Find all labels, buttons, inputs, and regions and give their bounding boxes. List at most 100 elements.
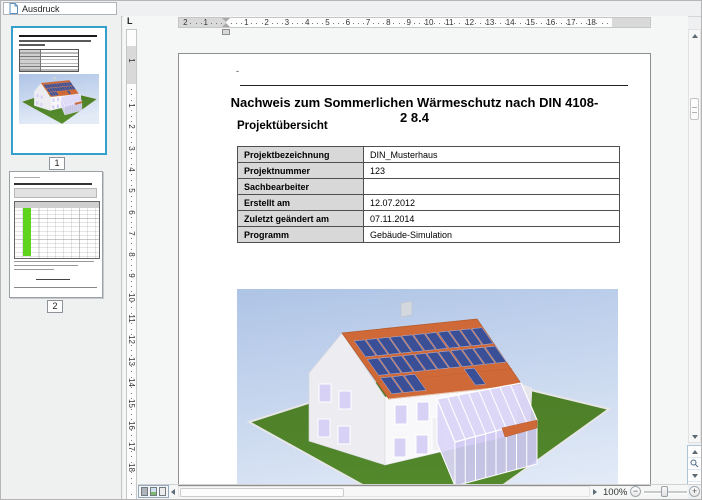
hanging-indent-marker[interactable] [222,23,230,27]
ruler-tick [131,435,132,436]
header-placeholder: - [236,66,239,76]
previous-page-button[interactable] [688,446,701,458]
ruler-number: 13 [127,357,136,366]
next-page-button[interactable] [688,470,701,482]
ruler-tick [131,345,132,346]
ruler-tick [256,23,257,24]
ruler-tick [581,23,582,24]
project-table-row: Erstellt am12.07.2012 [238,195,620,211]
ruler-number: 1 [203,18,207,27]
mini-header-rule [19,35,97,37]
ruler-tick [131,153,132,154]
left-indent-marker[interactable] [222,29,230,35]
vertical-scrollbar[interactable] [688,29,701,443]
ruler-tick [520,23,521,24]
ruler-tick [373,23,374,24]
ruler-number: 12 [465,18,474,27]
ruler-tick [236,23,237,24]
preview-area: L 21123456789101112131415161718 11234567… [123,16,688,500]
ruler-number: 8 [127,250,136,259]
ruler-tick [131,350,132,351]
scroll-left-button[interactable] [169,486,177,497]
tab-stop-selector[interactable]: L [127,16,133,26]
view-mode-print-layout-icon[interactable] [141,487,148,496]
page-number-badge-2: 2 [47,300,63,313]
ruler-tick [196,23,197,24]
zoom-in-button[interactable]: + [689,486,700,497]
magnifier-icon [690,459,699,468]
tab-ausdruck[interactable]: Ausdruck [3,2,117,15]
horizontal-ruler[interactable]: 21123456789101112131415161718 [178,17,651,28]
mini-signature-line [36,279,70,280]
ruler-number: 13 [485,18,494,27]
document-page: - Nachweis zum Sommerlichen Wärmeschutz … [178,53,651,486]
table-value-cell: 123 [364,163,620,179]
ruler-tick [546,23,547,24]
horizontal-scrollbar[interactable] [178,486,590,497]
ruler-tick [607,23,608,24]
scroll-down-button[interactable] [689,431,700,442]
ruler-tick [363,23,364,24]
horizontal-scrollbar-thumb[interactable] [180,488,344,497]
ruler-tick [131,89,132,90]
ruler-tick [131,196,132,197]
table-label-cell: Zuletzt geändert am [238,211,364,227]
page-thumbnail-1[interactable] [11,26,107,155]
zoom-out-button[interactable]: − [630,486,641,497]
ruler-number: 15 [127,399,136,408]
ruler-tick [383,23,384,24]
ruler-tick [216,23,217,24]
ruler-tick [561,23,562,24]
ruler-tick [131,456,132,457]
ruler-tick [292,23,293,24]
ruler-number: 6 [346,18,350,27]
mini-green-column [23,208,31,256]
ruler-number: 17 [127,442,136,451]
project-table-row: Zuletzt geändert am07.11.2014 [238,211,620,227]
ruler-number: 4 [305,18,309,27]
view-mode-web-layout-icon[interactable] [159,487,166,496]
scroll-up-button[interactable] [689,30,700,41]
table-value-cell: 12.07.2012 [364,195,620,211]
zoom-level: 100% [603,487,627,498]
zoom-slider-thumb[interactable] [661,486,668,497]
mini-results-table [14,201,100,259]
print-preview-window: Ausdruck 1 2 L [0,0,702,500]
ruler-tick [190,23,191,24]
ruler-tick [541,23,542,24]
scroll-right-button[interactable] [591,486,599,497]
ruler-tick [131,185,132,186]
ruler-tick [131,110,132,111]
ruler-number: 10 [127,293,136,302]
ruler-tick [131,238,132,239]
ruler-tick [525,23,526,24]
ruler-tick [262,23,263,24]
ruler-number: 2 [127,122,136,131]
table-label-cell: Erstellt am [238,195,364,211]
vertical-ruler[interactable]: 1123456789101112131415161718 [126,29,137,500]
arrow-up-icon [692,450,698,454]
select-browse-object-button[interactable] [688,458,701,470]
ruler-number: 16 [127,421,136,430]
ruler-tick [131,116,132,117]
ruler-tick [480,23,481,24]
ruler-tick [131,483,132,484]
tab-bar: Ausdruck [1,1,702,17]
house-rendering [237,289,618,486]
tab-label: Ausdruck [22,4,60,14]
ruler-tick [414,23,415,24]
arrow-down-icon [692,474,698,478]
ruler-tick [576,23,577,24]
mini-text-line [14,269,54,270]
vertical-scrollbar-thumb[interactable] [690,98,699,120]
ruler-tick [131,132,132,133]
ruler-tick [131,227,132,228]
ruler-tick [434,23,435,24]
ruler-tick [419,23,420,24]
ruler-tick [272,23,273,24]
first-line-indent-marker[interactable] [222,18,230,22]
ruler-tick [131,472,132,473]
page-thumbnail-2[interactable] [9,171,103,298]
view-mode-fullscreen-icon[interactable] [150,487,157,496]
ruler-tick [131,366,132,367]
